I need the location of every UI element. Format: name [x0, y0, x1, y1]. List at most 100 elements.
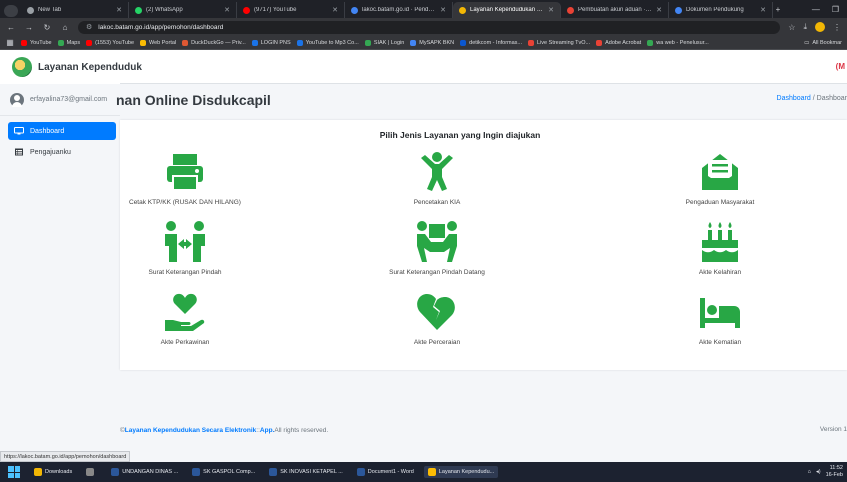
service-cetak-ktp-kk[interactable]: Cetak KTP/KK (RUSAK DAN HILANG) — [85, 150, 285, 206]
content-header: nan Online Disdukcapil Dashboard / Dashb… — [116, 84, 847, 116]
child-icon — [421, 152, 453, 191]
bookmark-favicon-icon — [528, 39, 535, 46]
site-settings-icon[interactable]: ⚙ — [86, 23, 92, 31]
toolbar-actions: ☆ ⤓ ⋮ — [788, 22, 841, 32]
browser-tab[interactable]: Pembuatan akun aduan · erfa ✕ — [561, 2, 669, 18]
tab-close-icon[interactable]: ✕ — [548, 6, 554, 14]
browser-tab[interactable]: Dokumen Pendukung ✕ — [669, 2, 773, 18]
minimize-icon[interactable]: — — [812, 5, 820, 14]
footer-rights: All rights reserved. — [274, 426, 329, 434]
taskbar-item-label: UNDANGAN DINAS ... — [122, 469, 179, 475]
bookmark-item[interactable]: DuckDuckGo — Priv... — [182, 39, 246, 46]
profile-avatar-icon[interactable] — [815, 22, 825, 32]
bookmark-label: (1553) YouTube — [95, 39, 135, 46]
birthday-cake-icon — [702, 222, 738, 262]
service-pengaduan-masyarakat[interactable]: Pengaduan Masyarakat — [620, 150, 820, 206]
service-card: Pilih Jenis Layanan yang Ingin diajukan … — [120, 120, 847, 370]
windows-start-icon[interactable] — [8, 466, 20, 478]
bookmark-favicon-icon — [296, 39, 303, 46]
maximize-icon[interactable]: ❐ — [832, 5, 839, 14]
all-bookmarks-label: All Bookmar — [812, 39, 842, 46]
tab-close-icon[interactable]: ✕ — [224, 6, 230, 14]
list-table-icon — [15, 148, 23, 156]
tab-favicon-icon — [459, 6, 466, 14]
footer-app-link[interactable]: App. — [260, 427, 274, 434]
bookmark-favicon-icon — [647, 39, 654, 46]
tab-search-button[interactable] — [4, 4, 18, 17]
taskbar-item[interactable]: SK GASPOL Comp... — [188, 466, 259, 478]
service-akte-perceraian[interactable]: Akte Perceraian — [337, 290, 537, 346]
bookmark-item[interactable]: MySAPK BKN — [410, 39, 454, 46]
taskbar-clock[interactable]: 11:52 16-Feb — [826, 465, 843, 479]
bookmark-item[interactable]: LOGIN PNS — [251, 39, 291, 46]
bookmark-item[interactable]: YouTube — [21, 39, 52, 46]
footer-link[interactable]: Layanan Kependudukan Secara Elektronik — [125, 427, 257, 434]
forward-arrow-icon[interactable]: → — [24, 23, 34, 32]
bookmark-item[interactable]: Maps — [57, 39, 80, 46]
bookmark-item[interactable]: wa web - Penelusur... — [647, 39, 709, 46]
bookmark-star-icon[interactable]: ☆ — [788, 23, 795, 32]
browser-tab[interactable]: New Tab ✕ — [21, 2, 129, 18]
brand-title: Layanan Kependuduk — [38, 61, 142, 73]
bookmark-item[interactable]: Adobe Acrobat — [596, 39, 641, 46]
tab-close-icon[interactable]: ✕ — [440, 6, 446, 14]
bookmark-favicon-icon — [596, 39, 603, 46]
service-akte-perkawinan[interactable]: Akte Perkawinan — [85, 290, 285, 346]
browser-tab-active[interactable]: Layanan Kependudukan Secara ✕ — [453, 2, 561, 18]
reload-icon[interactable]: ↻ — [42, 23, 52, 32]
tab-close-icon[interactable]: ✕ — [116, 6, 122, 14]
browser-tab[interactable]: (2) WhatsApp ✕ — [129, 2, 237, 18]
tab-close-icon[interactable]: ✕ — [760, 6, 766, 14]
taskbar-item[interactable]: SK INOVASI KETAPEL ... — [265, 466, 347, 478]
app-brand[interactable]: Layanan Kependuduk — [0, 50, 142, 84]
word-icon — [269, 468, 278, 476]
tab-close-icon[interactable]: ✕ — [332, 6, 338, 14]
more-menu-icon[interactable]: ⋮ — [833, 23, 841, 32]
taskbar-item[interactable] — [82, 466, 101, 478]
bookmark-item[interactable]: (1553) YouTube — [86, 39, 135, 46]
bookmark-item[interactable]: Live Streaming TvO... — [528, 39, 590, 46]
taskbar-item[interactable]: UNDANGAN DINAS ... — [107, 466, 182, 478]
youtube-favicon-icon — [21, 39, 27, 46]
service-pencetakan-kia[interactable]: Pencetakan KIA — [337, 150, 537, 206]
youtube-favicon-icon — [243, 6, 250, 14]
tab-title: (2) WhatsApp — [146, 7, 183, 13]
bookmark-item[interactable]: SIAK | Login — [364, 39, 405, 46]
browser-tab[interactable]: lakoc.batam.go.id · Pendaftaran ✕ — [345, 2, 453, 18]
service-surat-keterangan-pindah-datang[interactable]: Surat Keterangan Pindah Datang — [337, 220, 537, 276]
browser-tab[interactable]: (9717) YouTube ✕ — [237, 2, 345, 18]
tab-close-icon[interactable]: ✕ — [656, 6, 662, 14]
bookmark-label: detikcom - Informas... — [469, 39, 523, 46]
home-icon[interactable]: ⌂ — [60, 23, 70, 32]
new-tab-plus-icon[interactable]: + — [773, 5, 783, 14]
service-akte-kelahiran[interactable]: Akte Kelahiran — [620, 220, 820, 276]
all-bookmarks[interactable]: ▭ All Bookmar — [804, 40, 842, 46]
bookmark-label: SIAK | Login — [373, 39, 405, 46]
word-icon — [111, 468, 120, 476]
topnav-right-text[interactable]: (M — [836, 62, 845, 71]
bookmark-item[interactable]: detikcom - Informas... — [460, 39, 523, 46]
download-icon[interactable]: ⤓ — [803, 22, 807, 32]
taskbar-item-label: Layanan Kependudu... — [438, 469, 495, 475]
breadcrumb-link-dashboard[interactable]: Dashboard — [777, 95, 811, 102]
link-status-bubble: https://lakoc.batam.go.id/app/pemohon/da… — [0, 451, 131, 462]
address-bar-url: lakoc.batam.go.id/app/pemohon/dashboard — [98, 23, 224, 31]
apps-grid-icon[interactable]: ▦ — [5, 38, 15, 47]
address-bar[interactable]: ⚙ lakoc.batam.go.id/app/pemohon/dashboar… — [78, 20, 781, 34]
bookmark-item[interactable]: Web Portal — [140, 39, 176, 46]
user-panel[interactable]: erfayalina73@gmail.com — [0, 84, 120, 116]
taskbar-item[interactable]: Downloads — [30, 466, 76, 478]
user-email: erfayalina73@gmail.com — [30, 96, 108, 103]
back-arrow-icon[interactable]: ← — [6, 23, 16, 32]
bookmark-item[interactable]: YouTube to Mp3 Co... — [296, 39, 359, 46]
web-portal-favicon-icon — [140, 39, 147, 46]
service-surat-keterangan-pindah[interactable]: Surat Keterangan Pindah — [85, 220, 285, 276]
service-akte-kematian[interactable]: Akte Kematian — [620, 290, 820, 346]
bed-icon — [700, 298, 740, 328]
network-icon[interactable]: ⌂ — [808, 469, 811, 475]
taskbar-item[interactable]: Document1 - Word — [353, 466, 418, 478]
sidebar-item-dashboard[interactable]: Dashboard — [8, 122, 116, 140]
volume-icon[interactable]: ◂) — [816, 469, 821, 475]
hand-holding-heart-icon — [165, 293, 205, 331]
taskbar-item-active[interactable]: Layanan Kependudu... — [423, 466, 499, 478]
